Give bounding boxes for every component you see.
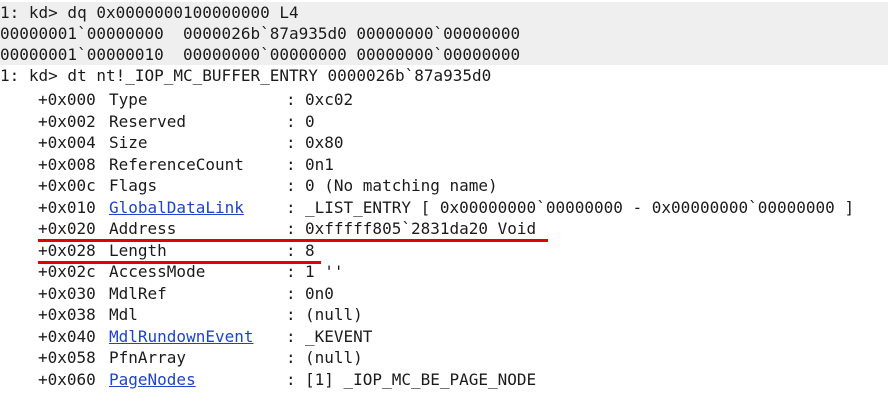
- field-offset: +0x058: [38, 348, 96, 367]
- field-separator: :: [286, 111, 296, 131]
- field-separator: :: [286, 326, 296, 346]
- field-name: Address: [109, 219, 177, 238]
- field-offset: +0x020: [38, 219, 96, 238]
- field-offset: +0x060: [38, 369, 96, 389]
- command-line-dt[interactable]: 1: kd> dt nt!_IOP_MC_BUFFER_ENTRY 000002…: [0, 65, 491, 86]
- field-offset: +0x000: [38, 90, 96, 109]
- field-offset: +0x038: [38, 305, 96, 324]
- field-value: 0x80: [305, 133, 344, 152]
- field-value: 0n0: [305, 283, 334, 303]
- field-name: Size: [109, 133, 148, 152]
- field-value: (null): [305, 348, 363, 367]
- command-line-dq[interactable]: 1: kd> dq 0x0000000100000000 L4: [0, 2, 888, 23]
- field-value: 0xc02: [305, 90, 354, 109]
- field-value: 1 '': [305, 262, 344, 281]
- field-value: (null): [305, 305, 363, 324]
- field-name: Length: [109, 240, 167, 260]
- field-separator: :: [286, 133, 296, 152]
- field-offset: +0x010: [38, 197, 96, 217]
- field-value: _LIST_ENTRY [ 0x00000000`00000000 - 0x00…: [305, 197, 855, 217]
- field-offset: +0x040: [38, 326, 96, 346]
- field-separator: :: [286, 197, 296, 217]
- field-separator: :: [286, 90, 296, 109]
- field-name: AccessMode: [109, 262, 206, 281]
- field-value: 0xfffff805`2831da20 Void: [305, 219, 537, 238]
- field-separator: :: [286, 240, 296, 260]
- field-separator: :: [286, 305, 296, 324]
- field-offset: +0x004: [38, 133, 96, 152]
- field-value: [1] _IOP_MC_BE_PAGE_NODE: [305, 369, 537, 389]
- field-value: _KEVENT: [305, 326, 373, 346]
- field-name-link[interactable]: PageNodes: [109, 369, 196, 390]
- field-name: Reserved: [109, 111, 187, 131]
- memory-dump-row: 00000001`00000000 0000026b`87a935d0 0000…: [0, 23, 888, 44]
- field-name: Flags: [109, 176, 158, 195]
- field-value: 8: [305, 240, 315, 260]
- field-separator: :: [286, 176, 296, 195]
- address-highlight-underline: [38, 239, 548, 242]
- length-highlight-underline: [38, 261, 321, 264]
- field-name: Mdl: [109, 305, 138, 324]
- field-separator: :: [286, 348, 296, 367]
- debugger-output: 1: kd> dq 0x0000000100000000 L4 00000001…: [0, 0, 888, 406]
- field-name: PfnArray: [109, 348, 187, 367]
- field-name-link[interactable]: MdlRundownEvent: [109, 326, 254, 347]
- field-name: ReferenceCount: [109, 154, 244, 174]
- field-name: MdlRef: [109, 283, 167, 303]
- field-separator: :: [286, 283, 296, 303]
- field-name: Type: [109, 90, 148, 109]
- field-offset: +0x028: [38, 240, 96, 260]
- field-value: 0 (No matching name): [305, 176, 498, 195]
- field-offset: +0x00c: [38, 176, 96, 195]
- field-separator: :: [286, 154, 296, 174]
- field-value: 0: [305, 111, 315, 131]
- field-offset: +0x002: [38, 111, 96, 131]
- field-offset: +0x030: [38, 283, 96, 303]
- field-offset: +0x008: [38, 154, 96, 174]
- memory-dump-row: 00000001`00000010 00000000`00000000 0000…: [0, 44, 888, 65]
- field-offset: +0x02c: [38, 262, 96, 281]
- field-separator: :: [286, 262, 296, 281]
- field-separator: :: [286, 219, 296, 238]
- field-value: 0n1: [305, 154, 334, 174]
- field-name-link[interactable]: GlobalDataLink: [109, 197, 244, 218]
- field-separator: :: [286, 369, 296, 389]
